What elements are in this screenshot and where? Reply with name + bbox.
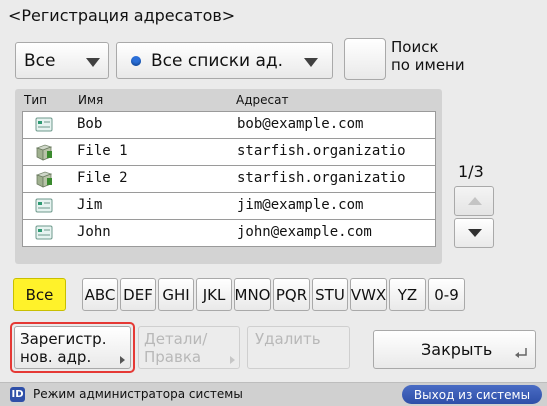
admin-mode-text: Режим администратора системы [33,387,243,401]
list-filter-dropdown[interactable]: Все списки ад. [116,42,333,79]
close-label: Закрыть [421,340,493,359]
column-header-address: Адресат [236,93,289,107]
row-address: john@example.com [237,224,372,240]
register-new-address-button[interactable]: Зарегистр. нов. адр. [14,326,131,369]
type-filter-dropdown[interactable]: Все [15,42,109,79]
details-edit-button[interactable]: Детали/ Правка [138,326,240,369]
tab-vwx[interactable]: VWX [350,278,387,311]
file-server-icon [35,144,53,161]
address-card-icon [35,117,53,132]
row-name: Jim [77,197,103,213]
table-row[interactable]: John john@example.com [22,219,436,247]
scroll-down-icon [468,229,482,237]
page-title: <Регистрация адресатов> [8,6,236,25]
tab-stu[interactable]: STU [312,278,348,311]
delete-button[interactable]: Удалить [247,326,350,369]
search-by-name-label: Поиск по имени [391,38,465,74]
tab-jkl[interactable]: JKL [196,278,232,311]
address-card-icon [35,225,53,240]
row-name: File 1 [77,143,128,159]
row-address: starfish.organizatio [237,170,406,186]
status-bar: ID Режим администратора системы Выход из… [0,382,547,406]
row-name: John [77,224,111,240]
scroll-down-button[interactable] [454,218,494,248]
return-arrow-icon [515,348,527,358]
row-address: bob@example.com [237,116,364,132]
row-address: jim@example.com [237,197,364,213]
table-row[interactable]: File 1 starfish.organizatio [22,138,436,166]
tab-0-9[interactable]: 0-9 [428,278,465,311]
tab-pqr[interactable]: PQR [273,278,310,311]
arrow-right-icon [120,356,125,364]
chevron-down-icon [86,58,100,67]
address-list-panel: Тип Имя Адресат Bob bob@example.com File… [15,89,442,264]
tab-abc[interactable]: ABC [82,278,118,311]
scroll-up-button[interactable] [454,186,494,216]
address-card-icon [35,198,53,213]
table-row[interactable]: Bob bob@example.com [22,111,436,139]
details-edit-label: Детали/ Правка [144,330,208,366]
table-row[interactable]: File 2 starfish.organizatio [22,165,436,193]
delete-label: Удалить [255,330,321,348]
row-name: Bob [77,116,103,132]
tab-all[interactable]: Все [13,278,66,311]
arrow-right-icon [230,356,235,364]
scroll-up-icon [468,197,482,205]
chevron-down-icon [304,58,318,67]
tab-def[interactable]: DEF [120,278,156,311]
tab-ghi[interactable]: GHI [158,278,194,311]
column-header-name: Имя [78,93,104,107]
table-row[interactable]: Jim jim@example.com [22,192,436,220]
id-badge: ID [10,387,25,402]
type-filter-value: Все [24,50,56,71]
page-indicator: 1/3 [458,162,484,181]
column-header-type: Тип [24,93,47,107]
tab-mno[interactable]: MNO [234,278,271,311]
register-new-address-label: Зарегистр. нов. адр. [20,330,107,366]
row-name: File 2 [77,170,128,186]
radio-dot-icon [131,55,141,66]
close-button[interactable]: Закрыть [373,330,536,369]
row-address: starfish.organizatio [237,143,406,159]
file-server-icon [35,171,53,188]
tab-yz[interactable]: YZ [389,278,426,311]
logout-button[interactable]: Выход из системы [402,385,542,404]
list-filter-value: Все списки ад. [151,50,284,71]
search-by-name-button[interactable] [344,38,386,80]
